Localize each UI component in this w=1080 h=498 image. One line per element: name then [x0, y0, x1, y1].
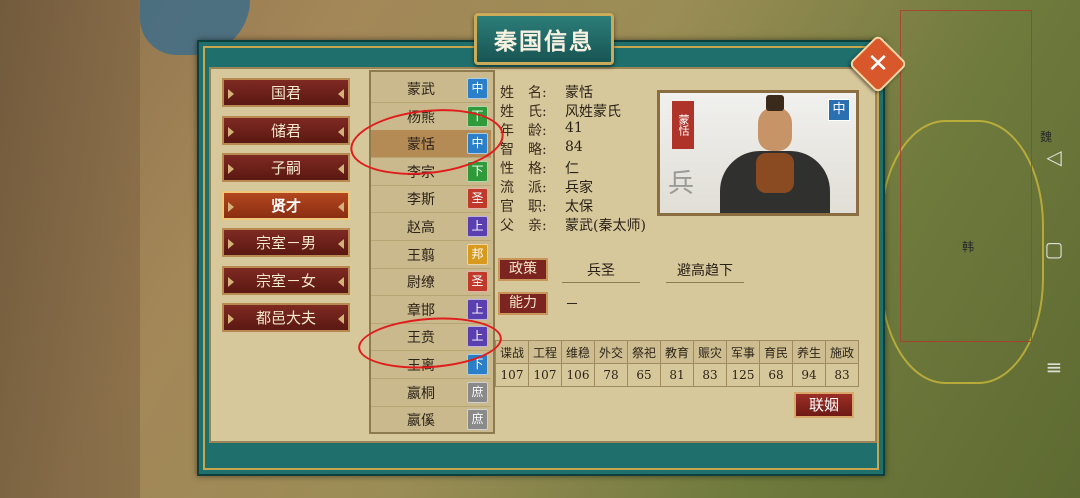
- age-value: 41: [565, 120, 583, 136]
- portrait-figure-hat: [766, 95, 784, 111]
- name-value: 蒙恬: [565, 85, 593, 101]
- rank-badge: 上: [467, 298, 488, 320]
- stat-value: 106: [561, 363, 595, 387]
- stat-value: 65: [627, 363, 661, 387]
- intel-value: 84: [565, 139, 583, 155]
- stat-header: 育民: [759, 340, 793, 364]
- office-value: 太保: [565, 199, 593, 215]
- portrait-figure-head: [758, 107, 792, 151]
- stat-value: 125: [726, 363, 760, 387]
- close-icon: ✕: [867, 49, 889, 79]
- nav-back-icon[interactable]: ◁: [1036, 145, 1072, 169]
- category-button[interactable]: 储君: [222, 115, 350, 145]
- category-button[interactable]: 宗室－女: [222, 265, 350, 295]
- person-row[interactable]: 李斯 圣: [371, 185, 491, 214]
- category-button[interactable]: 宗室－男: [222, 228, 350, 257]
- category-button[interactable]: 都邑大夫: [222, 303, 350, 332]
- map-label-han: 韩: [962, 240, 975, 254]
- stat-value: 83: [693, 363, 727, 387]
- person-name: 嬴傒: [407, 413, 435, 430]
- person-name: 嬴桐: [407, 385, 435, 402]
- intel-label: 智 略:: [500, 142, 547, 158]
- stat-header: 维稳: [561, 340, 595, 364]
- rank-badge: 庶: [467, 409, 488, 431]
- clan-label: 姓 氏:: [500, 104, 547, 120]
- rank-badge: 邦: [467, 243, 488, 265]
- category-button[interactable]: 国君: [222, 78, 350, 107]
- clan-value: 风姓蒙氏: [565, 104, 621, 120]
- person-row[interactable]: 王翦 邦: [371, 241, 491, 269]
- nav-home-icon[interactable]: ▢: [1036, 237, 1072, 261]
- person-name: 王翦: [407, 247, 435, 264]
- person-row[interactable]: 赵高 上: [371, 213, 491, 241]
- person-name: 蒙武: [407, 82, 435, 98]
- stat-value: 83: [825, 363, 859, 387]
- marriage-button[interactable]: 联姻: [794, 392, 854, 418]
- person-name: 尉缭: [407, 275, 435, 292]
- stat-header: 赈灾: [693, 340, 727, 364]
- character-portrait: 蒙恬 兵 中: [657, 90, 859, 216]
- stat-header: 祭祀: [627, 340, 661, 364]
- stat-header: 军事: [726, 340, 760, 364]
- stats-table: 谍战 工程 维稳 外交 祭祀 教育 赈灾 军事 育民 养生 施政 107 107 106 78 65 81 83…: [495, 340, 859, 387]
- map-mountain-region: [0, 0, 140, 498]
- person-name: 章邯: [407, 302, 435, 319]
- ability-button[interactable]: 能力: [498, 292, 548, 315]
- office-label: 官 职:: [500, 199, 547, 215]
- school-label: 流 派:: [500, 180, 547, 196]
- stat-value: 107: [495, 363, 529, 387]
- stat-value: 81: [660, 363, 694, 387]
- map-border-red: [900, 10, 1032, 342]
- nav-menu-icon[interactable]: ≡: [1036, 355, 1072, 379]
- person-row[interactable]: 尉缭 圣: [371, 268, 491, 297]
- portrait-figure-collar: [756, 153, 794, 193]
- stat-header: 外交: [594, 340, 628, 364]
- portrait-rank-badge: 中: [828, 99, 850, 121]
- policy-button[interactable]: 政策: [498, 258, 548, 281]
- trait-label: 性 格:: [500, 161, 547, 177]
- stat-header: 工程: [528, 340, 562, 364]
- father-value: 蒙武(秦太师): [565, 218, 646, 234]
- stat-value: 78: [594, 363, 628, 387]
- person-row[interactable]: 蒙武 中: [371, 75, 491, 103]
- rank-badge: 圣: [467, 188, 488, 210]
- stat-value: 68: [759, 363, 793, 387]
- person-name: 李斯: [407, 192, 435, 209]
- father-label: 父 亲:: [500, 218, 547, 234]
- dialog-title: 秦国信息: [474, 13, 614, 65]
- stat-header: 养生: [792, 340, 826, 364]
- stat-header: 谍战: [495, 340, 529, 364]
- portrait-seal: 蒙恬: [672, 101, 694, 149]
- name-label: 姓 名:: [500, 85, 547, 101]
- rank-badge: 中: [467, 78, 488, 99]
- map-label-wei: 魏: [1040, 130, 1053, 144]
- rank-badge: 圣: [467, 271, 488, 293]
- rank-badge: 上: [467, 216, 488, 237]
- person-row[interactable]: 嬴傒 庶: [371, 406, 491, 432]
- person-name: 赵高: [407, 220, 435, 236]
- policy-value-1: 兵圣: [562, 260, 640, 283]
- stat-value: 107: [528, 363, 562, 387]
- category-button[interactable]: 贤才: [222, 190, 350, 220]
- school-value: 兵家: [565, 180, 593, 196]
- stat-value: 94: [792, 363, 826, 387]
- rank-badge: 庶: [467, 381, 488, 403]
- age-label: 年 龄:: [500, 123, 547, 139]
- ability-value: －: [565, 297, 579, 313]
- person-row[interactable]: 嬴桐 庶: [371, 379, 491, 407]
- portrait-calligraphy: 兵: [668, 169, 695, 199]
- category-button[interactable]: 子嗣: [222, 153, 350, 182]
- stat-header: 教育: [660, 340, 694, 364]
- trait-value: 仁: [565, 161, 579, 177]
- stat-header: 施政: [825, 340, 859, 364]
- policy-value-2: 避高趋下: [666, 260, 744, 283]
